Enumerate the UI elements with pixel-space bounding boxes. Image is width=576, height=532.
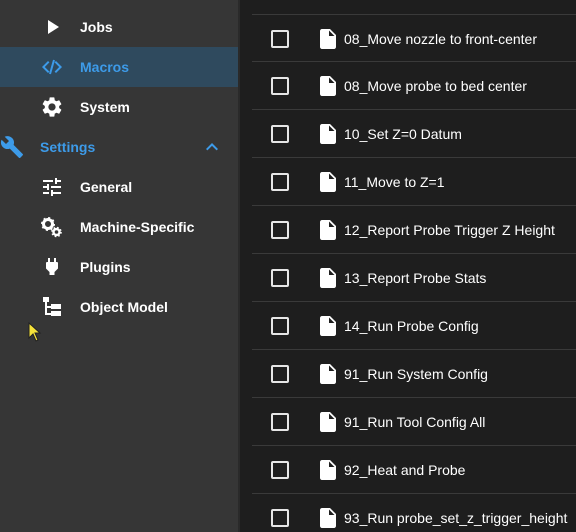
gear-icon [40,95,64,119]
list-item[interactable]: 91_Run System Config [252,350,576,398]
macro-name[interactable]: 93_Run probe_set_z_trigger_height [344,510,567,526]
row-checkbox[interactable] [271,30,289,48]
cogs-icon [40,215,64,239]
file-icon [320,412,336,432]
macro-name[interactable]: 14_Run Probe Config [344,318,479,334]
list-item[interactable]: 13_Report Probe Stats [252,254,576,302]
mouse-cursor-icon [28,322,42,342]
file-icon [320,460,336,480]
chevron-up-icon[interactable] [200,135,224,159]
sidebar-item-label: Object Model [80,299,168,315]
row-checkbox[interactable] [271,125,289,143]
file-icon [320,124,336,144]
sidebar-item-object-model[interactable]: Object Model [0,287,240,327]
gutter [240,0,252,532]
list-item[interactable]: 91_Run Tool Config All [252,398,576,446]
row-checkbox[interactable] [271,461,289,479]
sidebar-item-label: System [80,99,130,115]
power-plug-icon [40,255,64,279]
sidebar-item-label: Plugins [80,259,131,275]
macro-name[interactable]: 11_Move to Z=1 [344,174,445,190]
app-root: Jobs Macros System Settings General Mach… [0,0,576,532]
row-checkbox[interactable] [271,173,289,191]
list-item[interactable]: 10_Set Z=0 Datum [252,110,576,158]
row-checkbox[interactable] [271,509,289,527]
file-icon [320,268,336,288]
sidebar-item-macros[interactable]: Macros [0,47,240,87]
macro-name[interactable]: 91_Run Tool Config All [344,414,485,430]
sidebar-item-label: Macros [80,59,130,75]
file-icon [320,76,336,96]
sidebar-item-machine-specific[interactable]: Machine-Specific [0,207,240,247]
file-icon [320,220,336,240]
list-item[interactable]: 08_Move nozzle to front-center [252,14,576,62]
macro-name[interactable]: 12_Report Probe Trigger Z Height [344,222,555,238]
sidebar-item-system[interactable]: System [0,87,240,127]
list-item[interactable]: 93_Run probe_set_z_trigger_height [252,494,576,532]
file-icon [320,364,336,384]
list-item[interactable]: 11_Move to Z=1 [252,158,576,206]
sidebar-item-plugins[interactable]: Plugins [0,247,240,287]
sidebar-group-settings[interactable]: Settings [0,127,240,167]
sidebar-item-label: General [80,179,133,195]
list-item[interactable]: 12_Report Probe Trigger Z Height [252,206,576,254]
macro-list: 08_Move nozzle to front-center 08_Move p… [252,0,576,532]
macro-name[interactable]: 13_Report Probe Stats [344,270,486,286]
sidebar: Jobs Macros System Settings General Mach… [0,0,240,532]
row-checkbox[interactable] [271,221,289,239]
macro-name[interactable]: 92_Heat and Probe [344,462,465,478]
sidebar-item-jobs[interactable]: Jobs [0,7,240,47]
macro-name[interactable]: 10_Set Z=0 Datum [344,126,462,142]
file-icon [320,508,336,528]
row-checkbox[interactable] [271,317,289,335]
list-item[interactable]: 08_Move probe to bed center [252,62,576,110]
file-icon [320,29,336,49]
macro-name[interactable]: 91_Run System Config [344,366,488,382]
wrench-icon [0,135,24,159]
row-checkbox[interactable] [271,413,289,431]
tune-icon [40,175,64,199]
sidebar-item-label: Jobs [80,19,113,35]
sidebar-group-label: Settings [40,139,96,155]
row-checkbox[interactable] [271,77,289,95]
file-icon [320,316,336,336]
play-icon [40,15,64,39]
file-tree-icon [40,295,64,319]
file-icon [320,172,336,192]
list-item[interactable]: 92_Heat and Probe [252,446,576,494]
macro-name[interactable]: 08_Move probe to bed center [344,78,527,94]
sidebar-item-general[interactable]: General [0,167,240,207]
code-icon [40,55,64,79]
row-checkbox[interactable] [271,365,289,383]
list-item[interactable]: 14_Run Probe Config [252,302,576,350]
row-checkbox[interactable] [271,269,289,287]
sidebar-item-label: Machine-Specific [80,219,195,235]
macro-name[interactable]: 08_Move nozzle to front-center [344,31,537,47]
